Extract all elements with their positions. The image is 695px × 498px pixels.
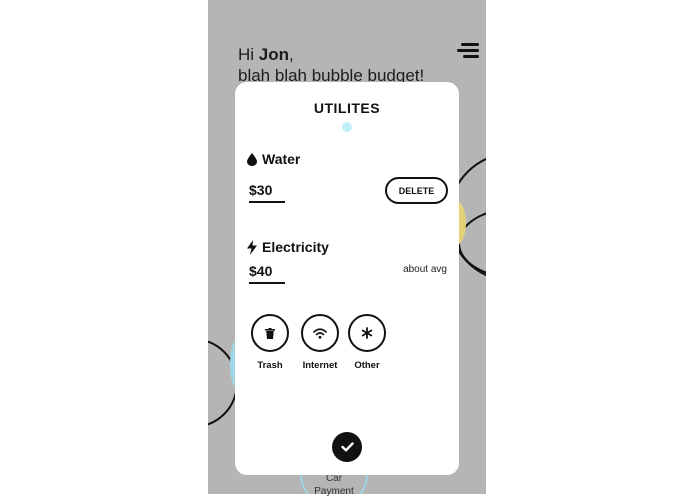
water-amount[interactable]: $30	[249, 182, 285, 203]
utilities-modal: UTILITES Water $30 DELETE Electricity $4…	[235, 82, 459, 475]
other-label: Other	[354, 360, 380, 371]
add-trash-button[interactable]	[251, 314, 289, 352]
water-header: Water	[247, 151, 300, 167]
add-internet-button[interactable]	[301, 314, 339, 352]
droplet-icon	[247, 152, 257, 166]
modal-title: UTILITES	[313, 100, 381, 116]
page-indicator-dot	[342, 122, 352, 132]
greeting-line: Hi Jon,	[238, 45, 294, 64]
add-other-button[interactable]	[348, 314, 386, 352]
electricity-amount[interactable]: $40	[249, 263, 285, 284]
electricity-header: Electricity	[247, 239, 329, 255]
delete-button[interactable]: DELETE	[385, 177, 448, 204]
bubble-label-car-payment: Car Payment	[314, 473, 354, 497]
usage-note: about avg	[403, 264, 447, 275]
lightning-icon	[247, 239, 257, 255]
confirm-button[interactable]	[332, 432, 362, 462]
greeting: Hi Jon, blah blah bubble budget!	[238, 44, 424, 86]
menu-icon[interactable]	[457, 43, 479, 59]
water-label: Water	[262, 151, 301, 167]
user-name: Jon	[258, 45, 290, 64]
trash-label: Trash	[257, 360, 283, 371]
wifi-icon	[313, 327, 327, 339]
checkmark-icon	[340, 442, 354, 452]
asterisk-icon	[361, 327, 373, 339]
trash-icon	[265, 327, 275, 339]
electricity-label: Electricity	[262, 239, 329, 255]
